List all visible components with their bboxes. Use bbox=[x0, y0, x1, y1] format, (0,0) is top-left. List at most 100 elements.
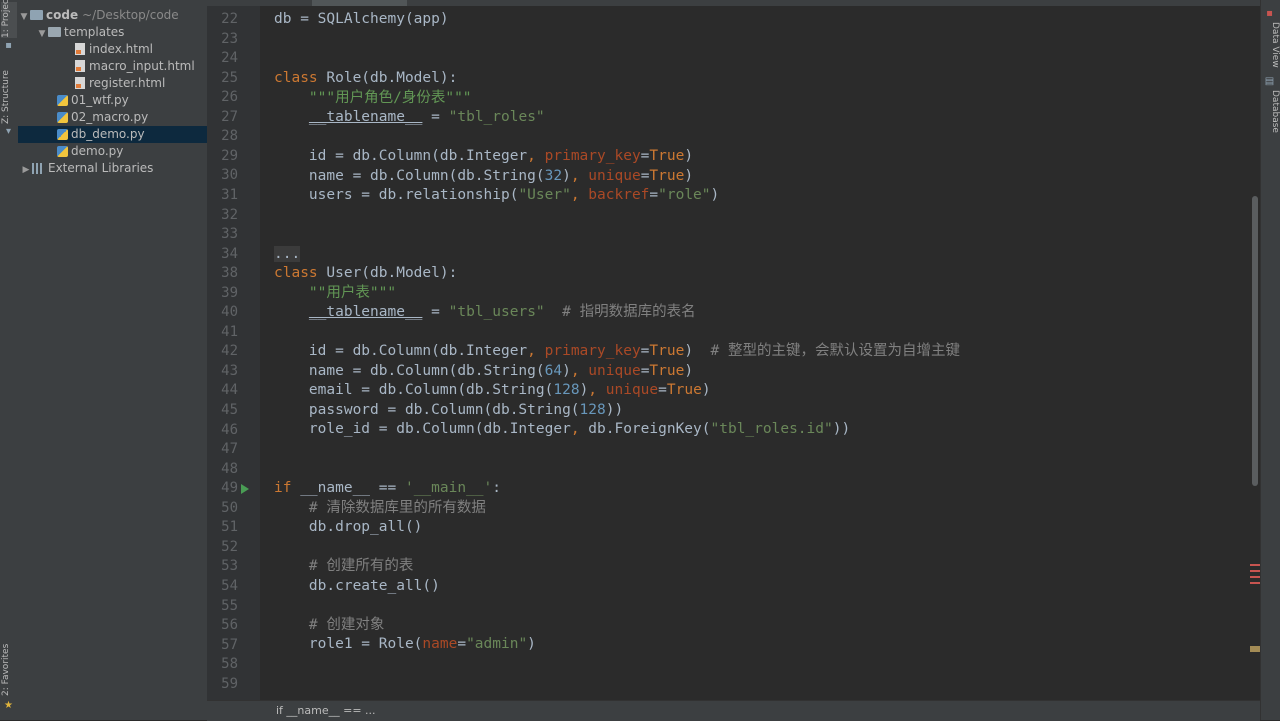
line-number: 54 bbox=[221, 577, 238, 594]
tree-label: 01_wtf.py bbox=[71, 93, 129, 107]
line-number: 47 bbox=[221, 441, 238, 458]
line-number: 30 bbox=[221, 167, 238, 184]
line-number: 43 bbox=[221, 362, 238, 379]
html-file-icon bbox=[75, 60, 85, 72]
tree-label: templates bbox=[64, 25, 125, 39]
line-number: 27 bbox=[221, 108, 238, 125]
data-view-icon: ▪ bbox=[1266, 8, 1273, 19]
user-docstring: ""用户表""" bbox=[308, 285, 397, 301]
line-number: 25 bbox=[221, 69, 238, 86]
code-line-27: __tablename__ = "tbl_roles" bbox=[308, 109, 545, 125]
code-line-30: name = db.Column(db.String(32), unique=T… bbox=[274, 168, 694, 184]
line-number: 41 bbox=[221, 323, 238, 340]
code-line-43: name = db.Column(db.String(64), unique=T… bbox=[274, 363, 694, 379]
python-file-icon bbox=[57, 95, 68, 106]
line-number: 57 bbox=[221, 636, 238, 653]
warning-marker[interactable] bbox=[1250, 646, 1260, 652]
tree-label: register.html bbox=[89, 76, 166, 90]
error-marker[interactable] bbox=[1250, 564, 1260, 566]
code-editor[interactable]: db = SQLAlchemy(app) class Role(db.Model… bbox=[260, 6, 1250, 700]
comment-l56: # 创建对象 bbox=[308, 617, 385, 633]
folded-code-marker[interactable]: ... bbox=[274, 246, 301, 262]
code-line-22: db = SQLAlchemy(app) bbox=[274, 11, 449, 27]
line-number: 22 bbox=[221, 11, 238, 27]
structure-tool-tab[interactable]: Z: Structure bbox=[1, 68, 17, 124]
line-number: 29 bbox=[221, 147, 238, 164]
line-number: 28 bbox=[221, 128, 238, 145]
comment-l53: # 创建所有的表 bbox=[308, 558, 414, 574]
code-line-45: password = db.Column(db.String(128)) bbox=[274, 402, 624, 418]
line-number: 52 bbox=[221, 538, 238, 555]
tree-label: code bbox=[46, 8, 79, 22]
line-number: 59 bbox=[221, 675, 238, 692]
comment-l40: # 指明数据库的表名 bbox=[562, 304, 696, 320]
code-line-26: """用户角色/身份表""" bbox=[274, 88, 472, 108]
line-number: 50 bbox=[221, 499, 238, 516]
tree-label: External Libraries bbox=[48, 161, 154, 175]
code-line-40: __tablename__ = "tbl_users" # 指明数据库的表名 bbox=[308, 304, 696, 320]
database-tool-tab[interactable]: Database bbox=[1264, 90, 1280, 136]
tree-label: 02_macro.py bbox=[71, 110, 149, 124]
line-number: 46 bbox=[221, 421, 238, 438]
code-line-57: role1 = Role(name="admin") bbox=[274, 636, 536, 652]
scrollbar-thumb[interactable] bbox=[1252, 196, 1258, 486]
code-line-50: # 清除数据库里的所有数据 bbox=[274, 498, 486, 518]
line-number: 26 bbox=[221, 89, 238, 106]
left-tool-strip: 1: Project ▪ Z: Structure ▾ 2: Favorites… bbox=[0, 0, 19, 720]
line-number: 38 bbox=[221, 265, 238, 282]
code-line-38: class User(db.Model): bbox=[274, 265, 458, 281]
line-number: 49 bbox=[221, 480, 238, 497]
line-number: 51 bbox=[221, 519, 238, 536]
favorites-tool-tab[interactable]: 2: Favorites bbox=[1, 640, 17, 696]
line-number: 23 bbox=[221, 30, 238, 47]
tree-item-templates[interactable]: ▼ templates bbox=[18, 24, 225, 41]
run-icon[interactable] bbox=[241, 484, 249, 494]
python-file-icon bbox=[57, 146, 68, 157]
line-number: 56 bbox=[221, 617, 238, 634]
code-line-49: if __name__ == '__main__': bbox=[274, 480, 502, 496]
data-view-tool-tab[interactable]: Data View bbox=[1264, 22, 1280, 68]
comment-l50: # 清除数据库里的所有数据 bbox=[308, 500, 486, 516]
tree-label: demo.py bbox=[71, 144, 124, 158]
line-number: 34 bbox=[221, 245, 238, 262]
tree-item-external-libraries[interactable]: ▶ External Libraries bbox=[18, 160, 209, 177]
html-file-icon bbox=[75, 77, 85, 89]
breadcrumb[interactable]: if __name__ == ... bbox=[276, 701, 376, 721]
code-line-29: id = db.Column(db.Integer, primary_key=T… bbox=[274, 148, 694, 164]
line-number: 31 bbox=[221, 186, 238, 203]
error-marker[interactable] bbox=[1250, 576, 1260, 578]
tree-root-code[interactable]: ▼ code ~/Desktop/code bbox=[18, 7, 207, 24]
code-line-51: db.drop_all() bbox=[274, 519, 423, 535]
folder-icon bbox=[30, 10, 43, 20]
html-file-icon bbox=[75, 43, 85, 55]
code-line-53: # 创建所有的表 bbox=[274, 556, 413, 576]
tree-label: macro_input.html bbox=[89, 59, 195, 73]
editor-scrollbar[interactable] bbox=[1250, 6, 1260, 700]
error-marker[interactable] bbox=[1250, 582, 1260, 584]
folder-icon bbox=[48, 27, 61, 37]
structure-icon: ▾ bbox=[5, 126, 12, 137]
library-icon bbox=[32, 163, 44, 174]
role-docstring: """用户角色/身份表""" bbox=[308, 90, 472, 106]
code-line-42: id = db.Column(db.Integer, primary_key=T… bbox=[274, 343, 960, 359]
line-number: 48 bbox=[221, 460, 238, 477]
error-marker[interactable] bbox=[1250, 570, 1260, 572]
code-line-34: ... bbox=[274, 244, 301, 264]
python-file-icon bbox=[57, 129, 68, 140]
star-icon: ★ bbox=[4, 700, 13, 711]
line-number: 58 bbox=[221, 656, 238, 673]
right-tool-strip: ▪ Data View ▤ Database bbox=[1260, 0, 1280, 720]
line-number: 33 bbox=[221, 226, 238, 243]
code-line-54: db.create_all() bbox=[274, 578, 440, 594]
line-number: 40 bbox=[221, 304, 238, 321]
line-number: 53 bbox=[221, 558, 238, 575]
code-line-44: email = db.Column(db.String(128), unique… bbox=[274, 382, 711, 398]
code-line-25: class Role(db.Model): bbox=[274, 70, 458, 86]
line-number: 45 bbox=[221, 402, 238, 418]
tree-item-db-demo-py[interactable]: db_demo.py bbox=[18, 126, 207, 143]
chevron-right-icon[interactable]: ▶ bbox=[20, 162, 32, 179]
project-tool-tab[interactable]: 1: Project bbox=[1, 0, 17, 38]
line-number: 42 bbox=[221, 343, 238, 360]
project-icon: ▪ bbox=[5, 40, 12, 51]
code-line-31: users = db.relationship("User", backref=… bbox=[274, 187, 720, 203]
